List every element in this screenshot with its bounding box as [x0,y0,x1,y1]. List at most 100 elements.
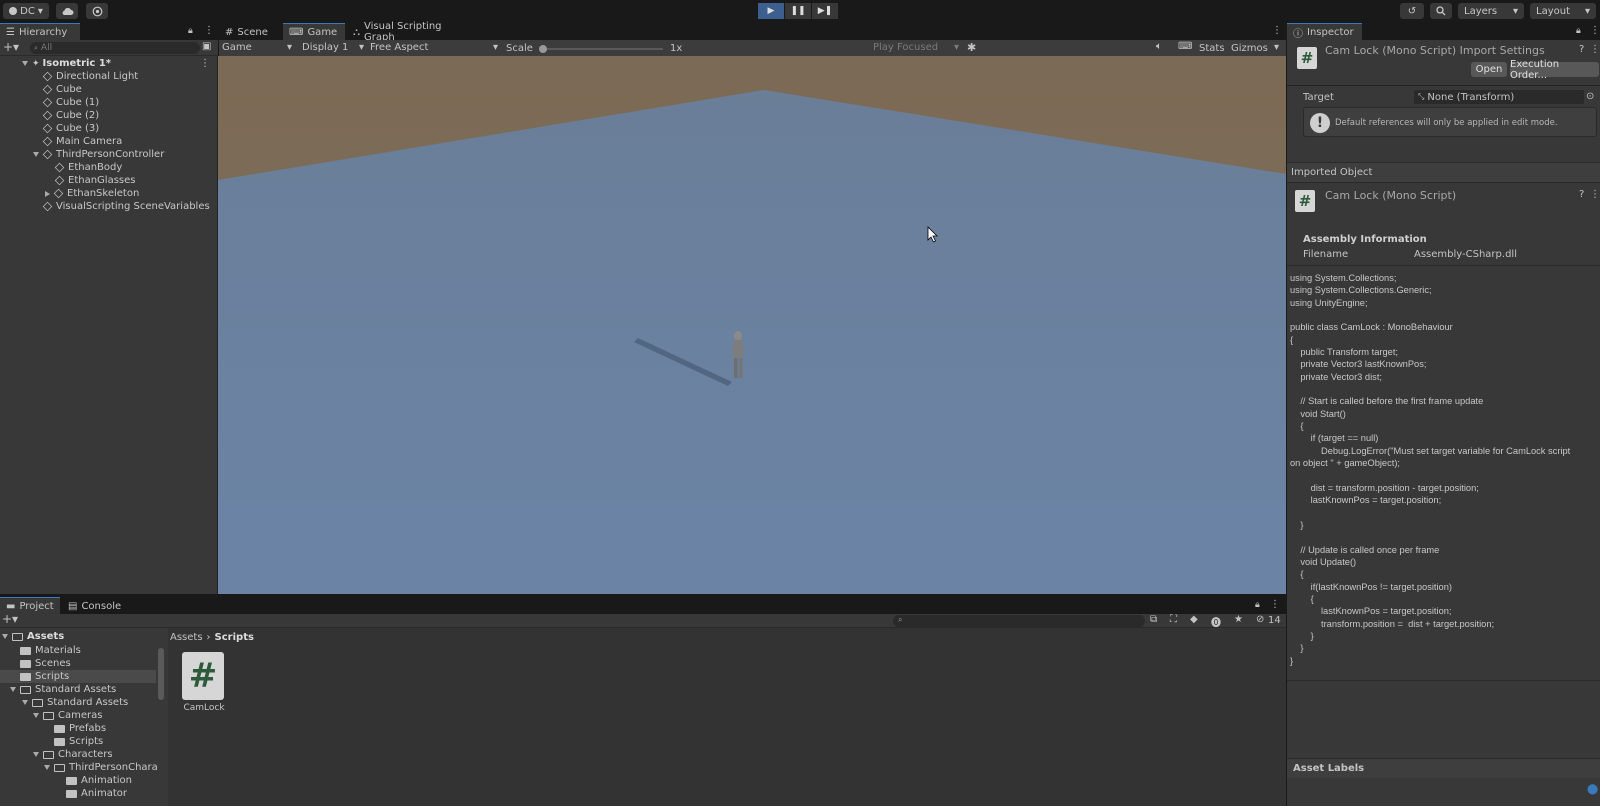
step-button[interactable]: ▶❚ [812,3,838,19]
tree-item[interactable]: Cameras [33,709,102,722]
kebab-menu-icon[interactable]: ⋮ [1270,599,1280,610]
label-icon[interactable]: ◆ [1190,614,1198,625]
hierarchy-item[interactable]: Cube [42,83,82,96]
scale-slider[interactable] [539,45,663,53]
filter-icon[interactable]: ⛶ [1170,614,1177,625]
hierarchy-item[interactable]: EthanBody [54,161,122,174]
alert-icon[interactable]: ⓿ [1211,614,1221,629]
tree-item[interactable]: Standard Assets [22,696,128,709]
slider-thumb[interactable] [539,45,547,53]
kebab-menu-icon[interactable]: ⋮ [1590,189,1600,200]
hierarchy-item[interactable]: EthanGlasses [54,174,135,187]
hierarchy-item[interactable]: VisualScripting SceneVariables [42,200,210,213]
keyboard-icon[interactable]: ⌨ [1178,41,1192,52]
chevron-down-icon[interactable]: ▾ [1274,42,1279,53]
collapse-arrow-icon[interactable] [45,190,50,197]
tree-item[interactable]: Materials [20,644,81,657]
hierarchy-item[interactable]: Main Camera [42,135,122,148]
tab-visual-scripting-graph[interactable]: ⛬ Visual Scripting Graph [347,21,479,43]
asset-tile[interactable]: # CamLock [182,652,226,716]
account-dropdown[interactable]: DC ▾ [3,3,49,19]
expand-arrow-icon[interactable] [2,634,8,639]
hierarchy-item[interactable]: Cube (3) [42,122,99,135]
expand-arrow-icon[interactable] [44,765,50,770]
add-button[interactable]: +▾ [2,612,18,626]
tree-item[interactable]: Characters [33,748,113,761]
tab-hierarchy[interactable]: ☰ Hierarchy [0,23,80,41]
scene-row[interactable]: ✦ Isometric 1* ⋮ [22,57,218,70]
lock-icon[interactable]: 🔒︎ [1255,600,1260,610]
game-mode-dropdown[interactable]: Game ▾ [222,42,292,53]
hidden-packages-icon[interactable]: ⊘ [1256,614,1264,625]
history-button[interactable]: ↺ [1400,3,1424,19]
play-focused-dropdown[interactable]: Play Focused ▾ [873,42,959,53]
transform-icon: ⤡ [1418,92,1425,101]
lock-icon[interactable]: 🔒︎ [188,26,193,36]
tree-item[interactable]: Standard Assets [10,683,116,696]
tree-item[interactable]: Scenes [20,657,71,670]
kebab-menu-icon[interactable]: ⋮ [1590,25,1600,36]
expand-arrow-icon[interactable] [22,61,28,66]
expand-arrow-icon[interactable] [22,700,28,705]
execution-order-button[interactable]: Execution Order... [1510,59,1599,81]
object-picker-icon[interactable]: ⊙ [1586,91,1594,102]
scene-picker-icon[interactable]: ▣ [202,41,211,52]
tree-item[interactable]: Scripts [54,735,103,748]
hierarchy-item[interactable]: Cube (1) [42,96,99,109]
collab-button[interactable] [86,3,108,19]
add-button[interactable]: +▾ [3,40,19,54]
layout-label: Layout [1536,5,1570,17]
breadcrumb-item[interactable]: Scripts [215,632,254,643]
tree-item[interactable]: Animation [66,774,132,787]
mute-audio-icon[interactable]: 🔈︎ [1156,41,1162,52]
bug-icon[interactable]: ✱ [967,41,976,54]
tree-item[interactable]: Animator [66,787,127,800]
expand-arrow-icon[interactable] [33,752,39,757]
favorite-star-icon[interactable]: ★ [1234,614,1243,625]
tab-scene[interactable]: # Scene [219,23,281,41]
expand-arrow-icon[interactable] [33,152,39,157]
tree-item[interactable]: ThirdPersonChara [44,761,158,774]
tree-item[interactable]: Prefabs [54,722,106,735]
project-search-input[interactable]: ⌕ [893,615,1145,627]
info-icon: ⓘ [1293,29,1303,40]
aspect-dropdown[interactable]: Free Aspect ▾ [370,42,498,53]
gameobject-icon [42,110,53,121]
kebab-menu-icon[interactable]: ⋮ [200,58,210,69]
tab-inspector[interactable]: ⓘ Inspector [1287,23,1362,41]
play-button[interactable]: ▶ [758,3,784,19]
tab-game[interactable]: ⌨ Game [283,23,345,41]
asset-labels-label: Asset Labels [1293,763,1365,774]
layers-dropdown[interactable]: Layers ▾ [1458,3,1524,19]
gizmos-toggle[interactable]: Gizmos [1231,43,1268,54]
target-field[interactable]: ⤡ None (Transform) [1414,90,1584,104]
help-icon[interactable]: ? [1579,44,1584,55]
cloud-button[interactable] [56,3,78,19]
help-icon[interactable]: ? [1579,189,1584,200]
tab-console[interactable]: ▤ Console [62,597,128,615]
kebab-menu-icon[interactable]: ⋮ [204,25,214,36]
hierarchy-item[interactable]: Cube (2) [42,109,99,122]
hierarchy-item[interactable]: ThirdPersonController [33,148,164,161]
search-button[interactable] [1430,3,1452,19]
search-field[interactable]: ⌕ All [30,42,200,54]
lock-icon[interactable]: 🔒︎ [1576,26,1581,36]
expand-arrow-icon[interactable] [10,687,16,692]
game-viewport[interactable] [218,56,1286,594]
tree-scrollbar[interactable] [158,648,164,700]
open-button[interactable]: Open [1471,62,1507,77]
stats-toggle[interactable]: Stats [1199,43,1225,54]
tree-item[interactable]: Assets [2,630,64,643]
kebab-menu-icon[interactable]: ⋮ [1272,25,1282,36]
tag-icon[interactable]: ⬤ [1587,784,1598,795]
tree-item-selected[interactable]: Scripts [0,670,156,683]
kebab-menu-icon[interactable]: ⋮ [1590,44,1600,55]
hierarchy-item[interactable]: EthanSkeleton [45,187,139,200]
display-dropdown[interactable]: Display 1 ▾ [302,42,364,53]
search-by-type-icon[interactable]: ⧉ [1150,614,1157,625]
expand-arrow-icon[interactable] [33,713,39,718]
pause-button[interactable]: ❚❚ [785,3,811,19]
hierarchy-item[interactable]: Directional Light [42,70,138,83]
layout-dropdown[interactable]: Layout ▾ [1530,3,1596,19]
breadcrumb-item[interactable]: Assets [170,632,203,643]
